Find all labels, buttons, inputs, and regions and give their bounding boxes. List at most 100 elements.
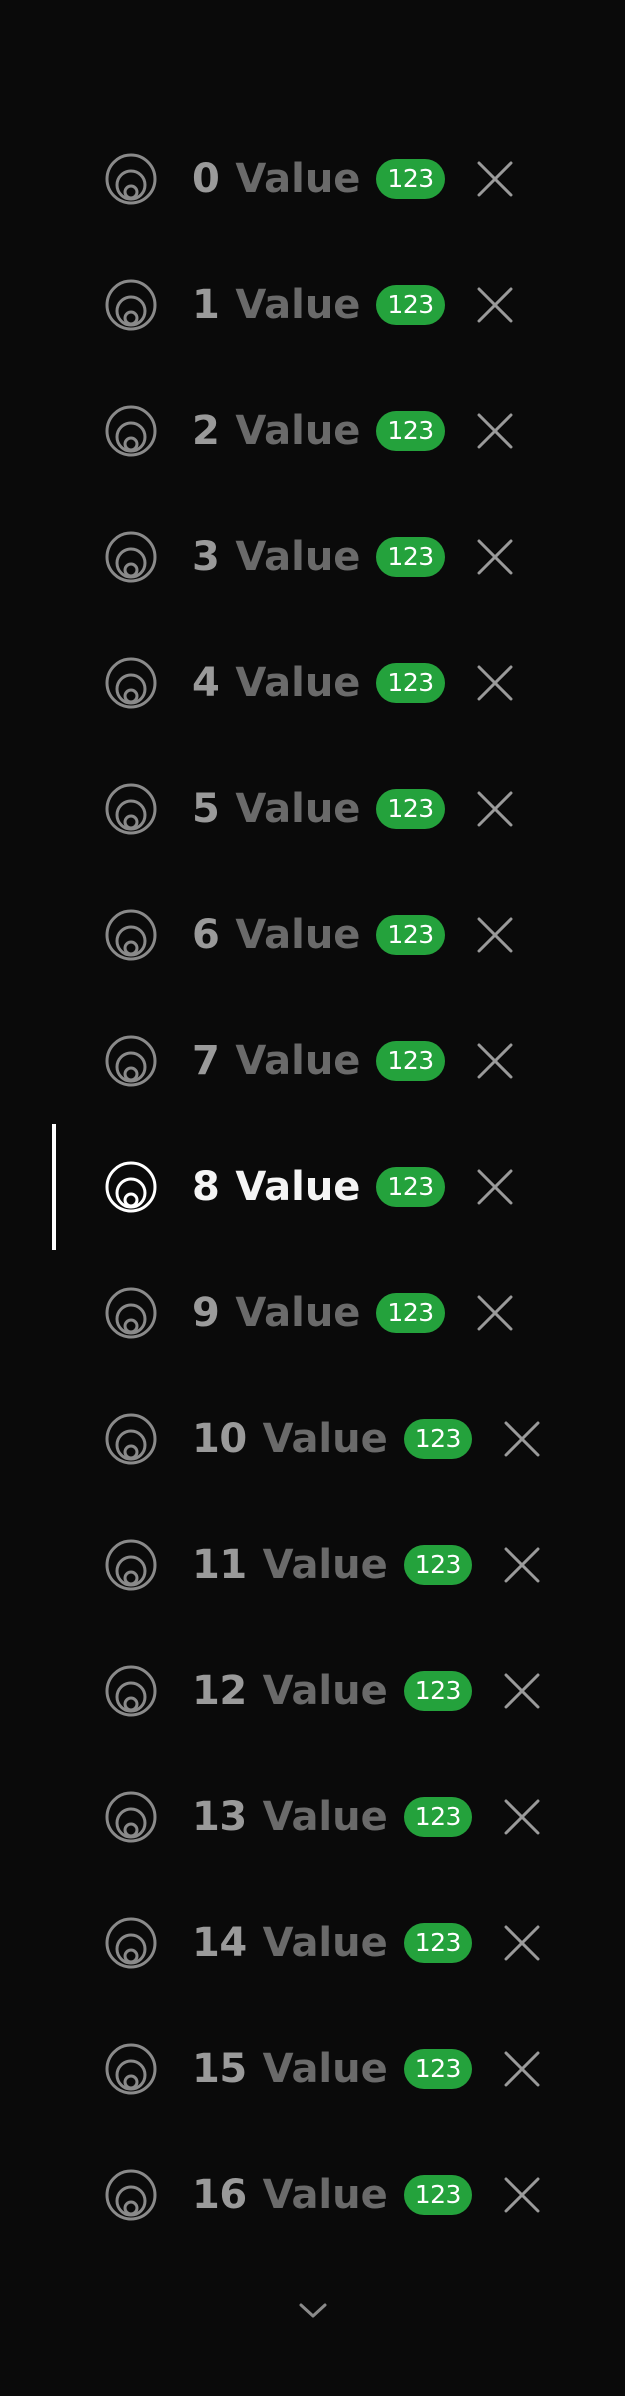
item-number: 7 — [192, 1038, 220, 1084]
item-number: 0 — [192, 156, 220, 202]
item-number: 6 — [192, 912, 220, 958]
close-icon[interactable] — [475, 537, 515, 577]
list-item[interactable]: 4 Value 123 — [0, 620, 625, 746]
list-item[interactable]: 7 Value 123 — [0, 998, 625, 1124]
close-icon[interactable] — [502, 1545, 542, 1585]
item-label: Value — [235, 1164, 361, 1210]
list-item[interactable]: 8 Value 123 — [0, 1124, 625, 1250]
close-icon[interactable] — [475, 159, 515, 199]
concentric-circles-icon — [104, 404, 158, 458]
item-number: 14 — [192, 1920, 247, 1966]
concentric-circles-icon — [104, 530, 158, 584]
item-number: 9 — [192, 1290, 220, 1336]
close-icon[interactable] — [502, 1797, 542, 1837]
item-number: 5 — [192, 786, 220, 832]
concentric-circles-icon — [104, 782, 158, 836]
concentric-circles-icon — [104, 1160, 158, 1214]
item-label: Value — [262, 1668, 388, 1714]
item-number: 4 — [192, 660, 220, 706]
list-item[interactable]: 14 Value 123 — [0, 1880, 625, 2006]
list-item[interactable]: 3 Value 123 — [0, 494, 625, 620]
count-badge: 123 — [376, 915, 445, 955]
item-label: Value — [262, 1416, 388, 1462]
count-badge: 123 — [376, 663, 445, 703]
item-label: Value — [262, 1542, 388, 1588]
list-item[interactable]: 2 Value 123 — [0, 368, 625, 494]
count-badge: 123 — [403, 2175, 472, 2215]
list-item[interactable]: 11 Value 123 — [0, 1502, 625, 1628]
count-badge: 123 — [403, 1923, 472, 1963]
concentric-circles-icon — [104, 1286, 158, 1340]
close-icon[interactable] — [475, 663, 515, 703]
item-label: Value — [262, 1920, 388, 1966]
item-label: Value — [262, 2172, 388, 2218]
item-label: Value — [235, 1290, 361, 1336]
concentric-circles-icon — [104, 908, 158, 962]
close-icon[interactable] — [502, 2175, 542, 2215]
count-badge: 123 — [403, 1545, 472, 1585]
count-badge: 123 — [376, 411, 445, 451]
item-label: Value — [235, 156, 361, 202]
item-number: 3 — [192, 534, 220, 580]
count-badge: 123 — [376, 789, 445, 829]
concentric-circles-icon — [104, 1916, 158, 1970]
list-item[interactable]: 5 Value 123 — [0, 746, 625, 872]
close-icon[interactable] — [502, 1671, 542, 1711]
item-label: Value — [235, 912, 361, 958]
item-label: Value — [235, 408, 361, 454]
concentric-circles-icon — [104, 656, 158, 710]
list-item[interactable]: 6 Value 123 — [0, 872, 625, 998]
concentric-circles-icon — [104, 1790, 158, 1844]
item-label: Value — [235, 1038, 361, 1084]
item-number: 16 — [192, 2172, 247, 2218]
concentric-circles-icon — [104, 1664, 158, 1718]
count-badge: 123 — [376, 1041, 445, 1081]
concentric-circles-icon — [104, 2168, 158, 2222]
concentric-circles-icon — [104, 1412, 158, 1466]
close-icon[interactable] — [475, 1041, 515, 1081]
close-icon[interactable] — [502, 1419, 542, 1459]
close-icon[interactable] — [475, 915, 515, 955]
count-badge: 123 — [376, 1293, 445, 1333]
item-number: 11 — [192, 1542, 247, 1588]
close-icon[interactable] — [502, 2049, 542, 2089]
count-badge: 123 — [376, 537, 445, 577]
close-icon[interactable] — [475, 1167, 515, 1207]
item-number: 2 — [192, 408, 220, 454]
close-icon[interactable] — [475, 789, 515, 829]
list-item[interactable]: 10 Value 123 — [0, 1376, 625, 1502]
item-number: 1 — [192, 282, 220, 328]
item-number: 8 — [192, 1164, 220, 1210]
list-item[interactable]: 16 Value 123 — [0, 2132, 625, 2258]
item-number: 12 — [192, 1668, 247, 1714]
list-item[interactable]: 0 Value 123 — [0, 116, 625, 242]
list-item[interactable]: 9 Value 123 — [0, 1250, 625, 1376]
item-label: Value — [235, 282, 361, 328]
item-number: 15 — [192, 2046, 247, 2092]
concentric-circles-icon — [104, 152, 158, 206]
list-item[interactable]: 1 Value 123 — [0, 242, 625, 368]
item-label: Value — [262, 2046, 388, 2092]
count-badge: 123 — [403, 2049, 472, 2089]
close-icon[interactable] — [475, 411, 515, 451]
item-label: Value — [235, 786, 361, 832]
item-label: Value — [262, 1794, 388, 1840]
item-number: 13 — [192, 1794, 247, 1840]
count-badge: 123 — [403, 1419, 472, 1459]
close-icon[interactable] — [475, 1293, 515, 1333]
chevron-down-icon[interactable] — [295, 2298, 331, 2322]
list-item[interactable]: 13 Value 123 — [0, 1754, 625, 1880]
item-label: Value — [235, 534, 361, 580]
menu-list: 0 Value 123 1 Value 123 2 Value 123 3 Value 123 4 Val… — [0, 116, 625, 2258]
concentric-circles-icon — [104, 278, 158, 332]
concentric-circles-icon — [104, 2042, 158, 2096]
close-icon[interactable] — [475, 285, 515, 325]
concentric-circles-icon — [104, 1538, 158, 1592]
count-badge: 123 — [403, 1797, 472, 1837]
count-badge: 123 — [376, 285, 445, 325]
count-badge: 123 — [376, 1167, 445, 1207]
active-indicator — [52, 1124, 56, 1250]
list-item[interactable]: 15 Value 123 — [0, 2006, 625, 2132]
list-item[interactable]: 12 Value 123 — [0, 1628, 625, 1754]
close-icon[interactable] — [502, 1923, 542, 1963]
